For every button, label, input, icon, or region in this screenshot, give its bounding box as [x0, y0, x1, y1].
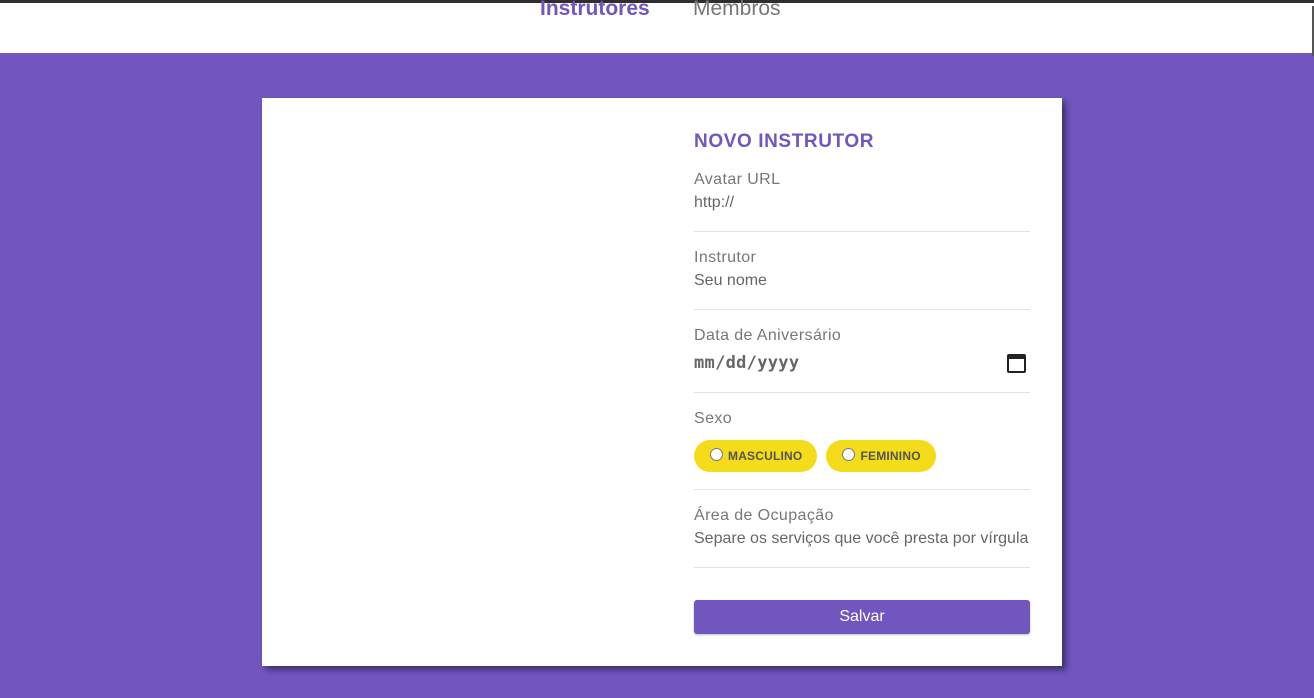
gender-option-masculino[interactable]: MASCULINO [694, 440, 818, 472]
birth-date-placeholder: mm/dd/yyyy [694, 353, 800, 373]
radio-masculino[interactable] [710, 447, 723, 461]
services-input[interactable] [694, 530, 1030, 548]
gender-label: Sexo [694, 410, 733, 427]
birth-date-input[interactable]: mm/dd/yyyy [694, 350, 1030, 376]
gender-options: MASCULINO FEMININO [694, 440, 1030, 472]
radio-feminino[interactable] [842, 447, 856, 461]
instructor-name-field: Instrutor [694, 249, 1030, 310]
top-nav-bar: Instrutores Membros [0, 0, 1314, 56]
nav-link-membros[interactable]: Membros [693, 0, 781, 21]
gender-option-label: MASCULINO [728, 449, 803, 463]
instructor-name-label: Instrutor [694, 249, 757, 266]
birth-date-field: Data de Aniversário mm/dd/yyyy [694, 327, 1030, 393]
birth-date-label: Data de Aniversário [694, 327, 842, 344]
instructor-name-input[interactable] [694, 272, 1030, 290]
gender-option-feminino[interactable]: FEMININO [826, 440, 936, 472]
avatar-url-input[interactable] [694, 194, 1030, 212]
calendar-icon[interactable] [1007, 354, 1026, 373]
avatar-preview [262, 98, 662, 666]
instructor-card: NOVO INSTRUTOR Avatar URL Instrutor Data… [262, 98, 1062, 666]
nav-link-instrutores[interactable]: Instrutores [540, 0, 650, 21]
form-title: NOVO INSTRUTOR [694, 131, 875, 152]
save-button[interactable]: Salvar [694, 600, 1030, 634]
services-label: Área de Ocupação [694, 507, 834, 524]
avatar-url-field: Avatar URL [694, 171, 1030, 232]
gender-field: Sexo MASCULINO FEMININO [694, 410, 1030, 490]
services-field: Área de Ocupação [694, 507, 1030, 568]
gender-option-label: FEMININO [860, 449, 921, 463]
avatar-url-label: Avatar URL [694, 171, 781, 188]
